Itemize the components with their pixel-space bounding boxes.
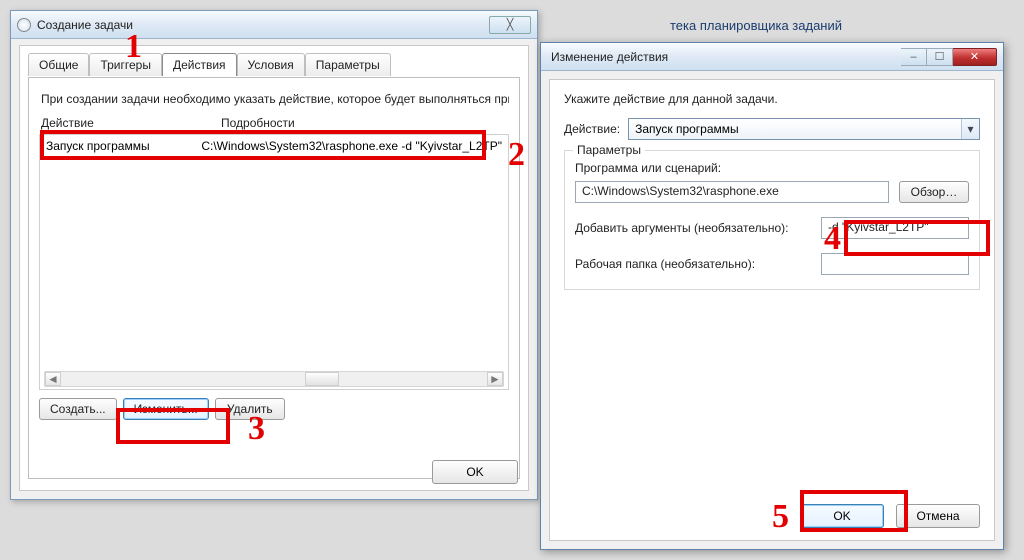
col-details[interactable]: Подробности <box>221 116 295 130</box>
action-select-value: Запуск программы <box>635 122 739 136</box>
create-task-title: Создание задачи <box>37 18 133 32</box>
background-scheduler-title: тека планировщика заданий <box>670 18 842 33</box>
tab-actions[interactable]: Действия <box>162 53 237 76</box>
row-action: Запуск программы <box>46 139 185 153</box>
arguments-label: Добавить аргументы (необязательно): <box>575 221 807 235</box>
program-input[interactable]: C:\Windows\System32\rasphone.exe <box>575 181 889 203</box>
list-item[interactable]: Запуск программы C:\Windows\System32\ras… <box>40 135 508 157</box>
row-details: C:\Windows\System32\rasphone.exe -d "Kyi… <box>201 139 502 153</box>
scroll-thumb[interactable] <box>305 372 339 386</box>
actions-button-row: Создать... Изменить... Удалить <box>39 398 509 420</box>
edit-action-title: Изменение действия <box>551 50 668 64</box>
tab-strip: Общие Триггеры Действия Условия Параметр… <box>28 53 520 76</box>
action-select[interactable]: Запуск программы ▾ <box>628 118 980 140</box>
edit-action-window: Изменение действия – ☐ ✕ Укажите действи… <box>540 42 1004 550</box>
action-row: Действие: Запуск программы ▾ <box>564 118 980 140</box>
actions-list[interactable]: Запуск программы C:\Windows\System32\ras… <box>39 134 509 390</box>
col-action[interactable]: Действие <box>41 116 181 130</box>
edit-action-titlebar[interactable]: Изменение действия – ☐ ✕ <box>541 43 1003 71</box>
program-label: Программа или сценарий: <box>575 161 969 175</box>
delete-button[interactable]: Удалить <box>215 398 285 420</box>
h-scrollbar[interactable]: ◄ ► <box>44 371 504 387</box>
create-task-ok-button[interactable]: OK <box>432 460 518 484</box>
minimize-icon[interactable]: – <box>901 48 927 66</box>
edit-button[interactable]: Изменить... <box>123 398 209 420</box>
browse-button[interactable]: Обзор… <box>899 181 969 203</box>
ok-button[interactable]: OK <box>800 504 884 528</box>
group-title: Параметры <box>573 143 645 157</box>
close-icon[interactable]: ✕ <box>953 48 997 66</box>
create-button[interactable]: Создать... <box>39 398 117 420</box>
chevron-down-icon: ▾ <box>961 119 979 139</box>
scroll-right-icon[interactable]: ► <box>487 372 503 386</box>
create-task-titlebar[interactable]: Создание задачи ╳ <box>11 11 537 39</box>
dialog-action-row: OK Отмена <box>550 504 994 528</box>
create-task-window: Создание задачи ╳ Общие Триггеры Действи… <box>10 10 538 500</box>
actions-tab-panel: При создании задачи необходимо указать д… <box>28 77 520 479</box>
edit-action-body: Укажите действие для данной задачи. Дейс… <box>549 79 995 541</box>
tab-settings[interactable]: Параметры <box>305 53 391 76</box>
create-task-body: Общие Триггеры Действия Условия Параметр… <box>19 45 529 491</box>
instruction-text: Укажите действие для данной задачи. <box>564 92 980 106</box>
task-icon <box>17 18 31 32</box>
cancel-button[interactable]: Отмена <box>896 504 980 528</box>
scroll-left-icon[interactable]: ◄ <box>45 372 61 386</box>
action-label: Действие: <box>564 122 620 136</box>
actions-list-header: Действие Подробности <box>39 116 509 130</box>
startin-input[interactable] <box>821 253 969 275</box>
arguments-input[interactable]: -d "Kyivstar_L2TP" <box>821 217 969 239</box>
parameters-group: Параметры Программа или сценарий: C:\Win… <box>564 150 980 290</box>
startin-label: Рабочая папка (необязательно): <box>575 257 807 271</box>
tab-triggers[interactable]: Триггеры <box>89 53 162 76</box>
tab-general[interactable]: Общие <box>28 53 89 76</box>
tab-conditions[interactable]: Условия <box>237 53 305 76</box>
maximize-icon[interactable]: ☐ <box>927 48 953 66</box>
close-icon[interactable]: ╳ <box>489 16 531 34</box>
actions-description: При создании задачи необходимо указать д… <box>41 92 509 106</box>
